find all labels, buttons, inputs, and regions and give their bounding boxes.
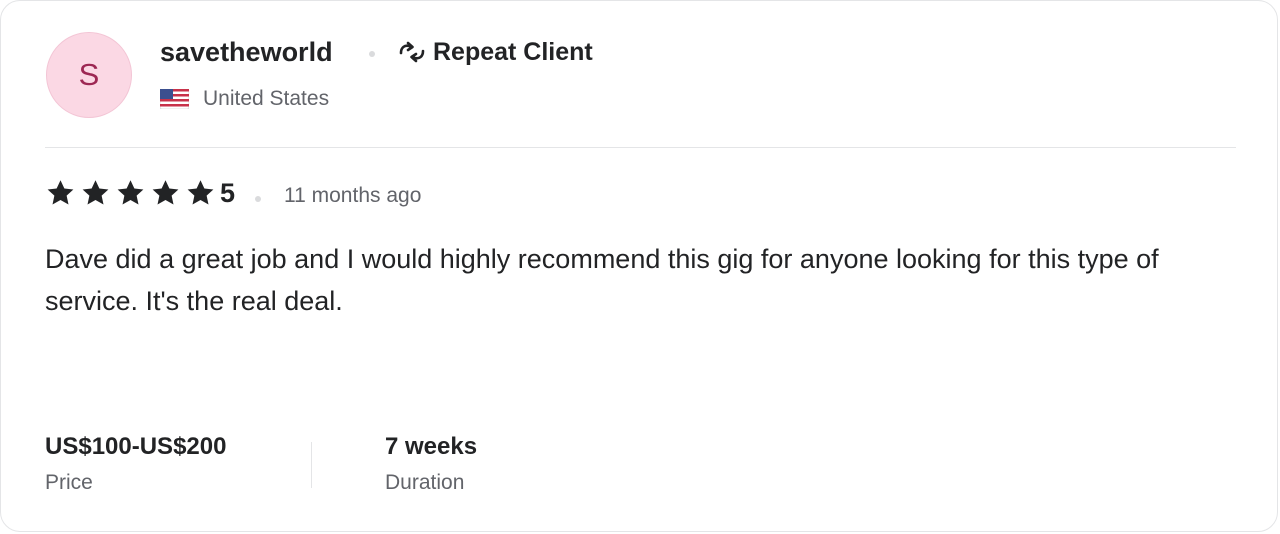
- separator-dot: [255, 196, 261, 202]
- reviewer-username[interactable]: savetheworld: [160, 36, 333, 68]
- details-divider: [311, 442, 312, 488]
- duration-label: Duration: [385, 471, 465, 494]
- review-text: Dave did a great job and I would highly …: [45, 244, 1159, 316]
- star-icon: [82, 180, 109, 205]
- avatar: S: [46, 32, 132, 118]
- review-card: S savetheworld Repeat Client United Stat…: [0, 0, 1278, 532]
- star-icon: [152, 180, 179, 205]
- separator-dot: [369, 51, 375, 57]
- price-label: Price: [45, 471, 93, 494]
- star-icon: [117, 180, 144, 205]
- star-rating: [45, 178, 220, 208]
- star-icon: [47, 180, 74, 205]
- review-time: 11 months ago: [284, 184, 422, 207]
- divider: [45, 147, 1236, 148]
- reviewer-country: United States: [160, 87, 329, 111]
- rating-score: 5: [220, 178, 236, 208]
- country-label: United States: [203, 87, 330, 110]
- repeat-icon: [399, 41, 425, 63]
- price-block: US$100-US$200 Price: [45, 431, 226, 497]
- duration-block: 7 weeks Duration: [385, 431, 477, 497]
- star-icon: [187, 180, 214, 205]
- repeat-client-badge: Repeat Client: [397, 37, 593, 67]
- repeat-client-label: Repeat Client: [433, 38, 593, 66]
- duration-value: 7 weeks: [385, 433, 478, 460]
- avatar-letter: S: [78, 57, 100, 92]
- us-flag-icon: [160, 89, 189, 109]
- price-value: US$100-US$200: [45, 433, 227, 460]
- rating-row: 5: [45, 177, 235, 209]
